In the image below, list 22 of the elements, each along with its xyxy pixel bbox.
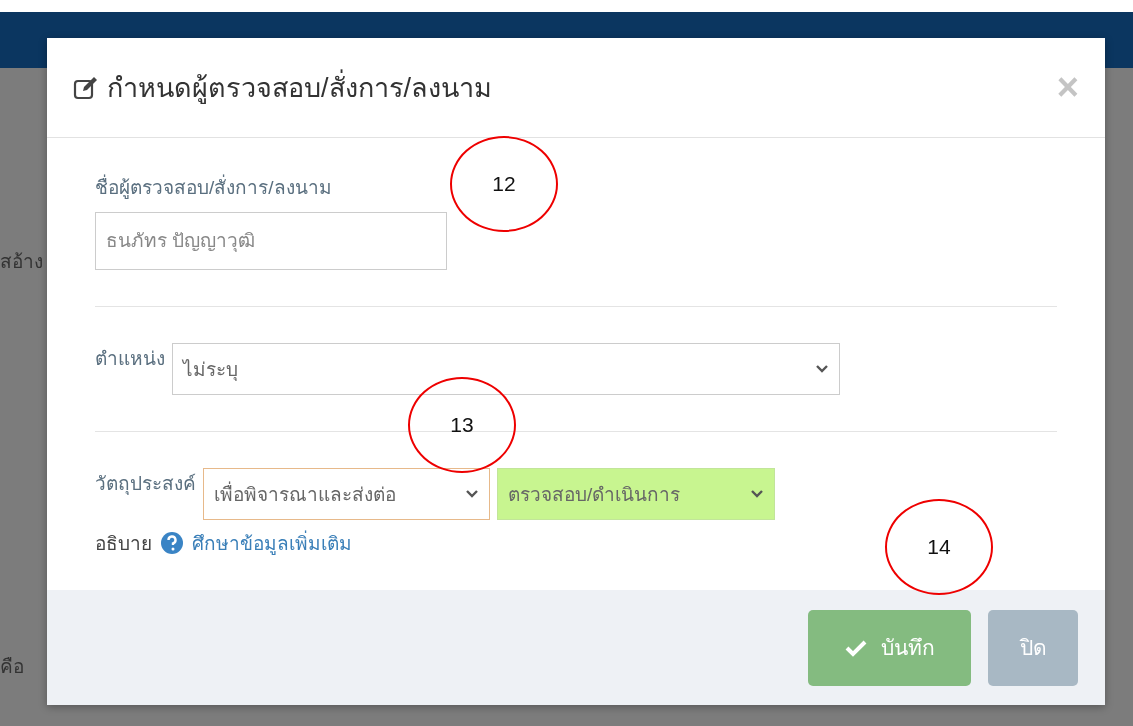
background-text: สอ้าง [0, 250, 43, 274]
save-button[interactable]: บันทึก [808, 609, 971, 686]
name-field[interactable]: ธนภัทร ปัญญาวุฒิ [95, 212, 447, 270]
dialog-title: กำหนดผู้ตรวจสอบ/สั่งการ/ลงนาม [107, 66, 1049, 109]
field-label: วัตถุประสงค์ [95, 472, 196, 497]
field-label: ชื่อผู้ตรวจสอบ/สั่งการ/ลงนาม [95, 172, 332, 202]
learn-more-link[interactable]: ศึกษาข้อมูลเพิ่มเติม [192, 528, 352, 558]
check-icon [844, 638, 867, 657]
explain-label: อธิบาย [95, 532, 152, 556]
purpose-select[interactable]: เพื่อพิจารณาและส่งต่อ [203, 468, 490, 520]
purpose-select[interactable]: ตรวจสอบ/ดำเนินการ [497, 468, 775, 520]
annotation-marker: 13 [408, 377, 516, 473]
chevron-down-icon [465, 489, 479, 499]
annotation-marker: 14 [885, 499, 993, 595]
background-text: คือ [0, 655, 24, 679]
help-icon [160, 531, 184, 555]
position-select[interactable]: ไม่ระบุ [172, 343, 840, 395]
annotation-marker: 12 [450, 136, 558, 232]
chevron-down-icon [750, 489, 764, 499]
field-label: ตำแหน่ง [95, 347, 165, 371]
chevron-down-icon [815, 364, 829, 374]
edit-icon [73, 75, 99, 100]
